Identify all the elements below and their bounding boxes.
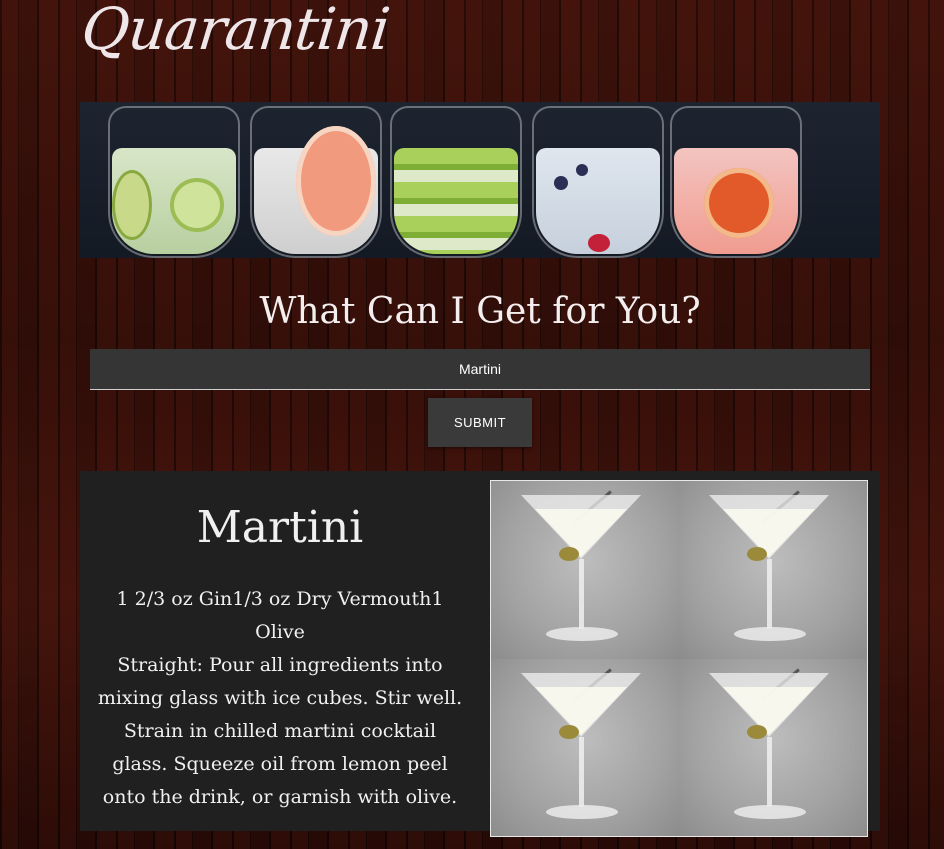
search-heading: What Can I Get for You? [259, 291, 701, 332]
martini-glass-image [679, 481, 867, 659]
martini-glass-image [491, 658, 679, 836]
banner-glass [532, 106, 664, 258]
banner-glass [670, 106, 802, 258]
drink-ingredients: 1 2/3 oz Gin1/3 oz Dry Vermouth1 Olive [116, 588, 444, 643]
drink-name: Martini [196, 502, 364, 553]
submit-button[interactable]: SUBMIT [428, 398, 532, 447]
banner-glass [390, 106, 522, 258]
site-logo: Quarantini [78, 0, 393, 63]
drink-photo [490, 480, 868, 837]
drink-search-input[interactable] [90, 349, 870, 390]
banner-glass [250, 106, 382, 258]
drink-instructions: Straight: Pour all ingredients into mixi… [97, 654, 463, 808]
martini-glass-image [679, 658, 867, 836]
banner-glass [108, 106, 240, 258]
cocktail-banner-image [80, 102, 880, 258]
martini-glass-image [491, 481, 679, 659]
drink-result-card: Martini 1 2/3 oz Gin1/3 oz Dry Vermouth1… [80, 471, 880, 837]
drink-details: Martini 1 2/3 oz Gin1/3 oz Dry Vermouth1… [80, 471, 480, 814]
